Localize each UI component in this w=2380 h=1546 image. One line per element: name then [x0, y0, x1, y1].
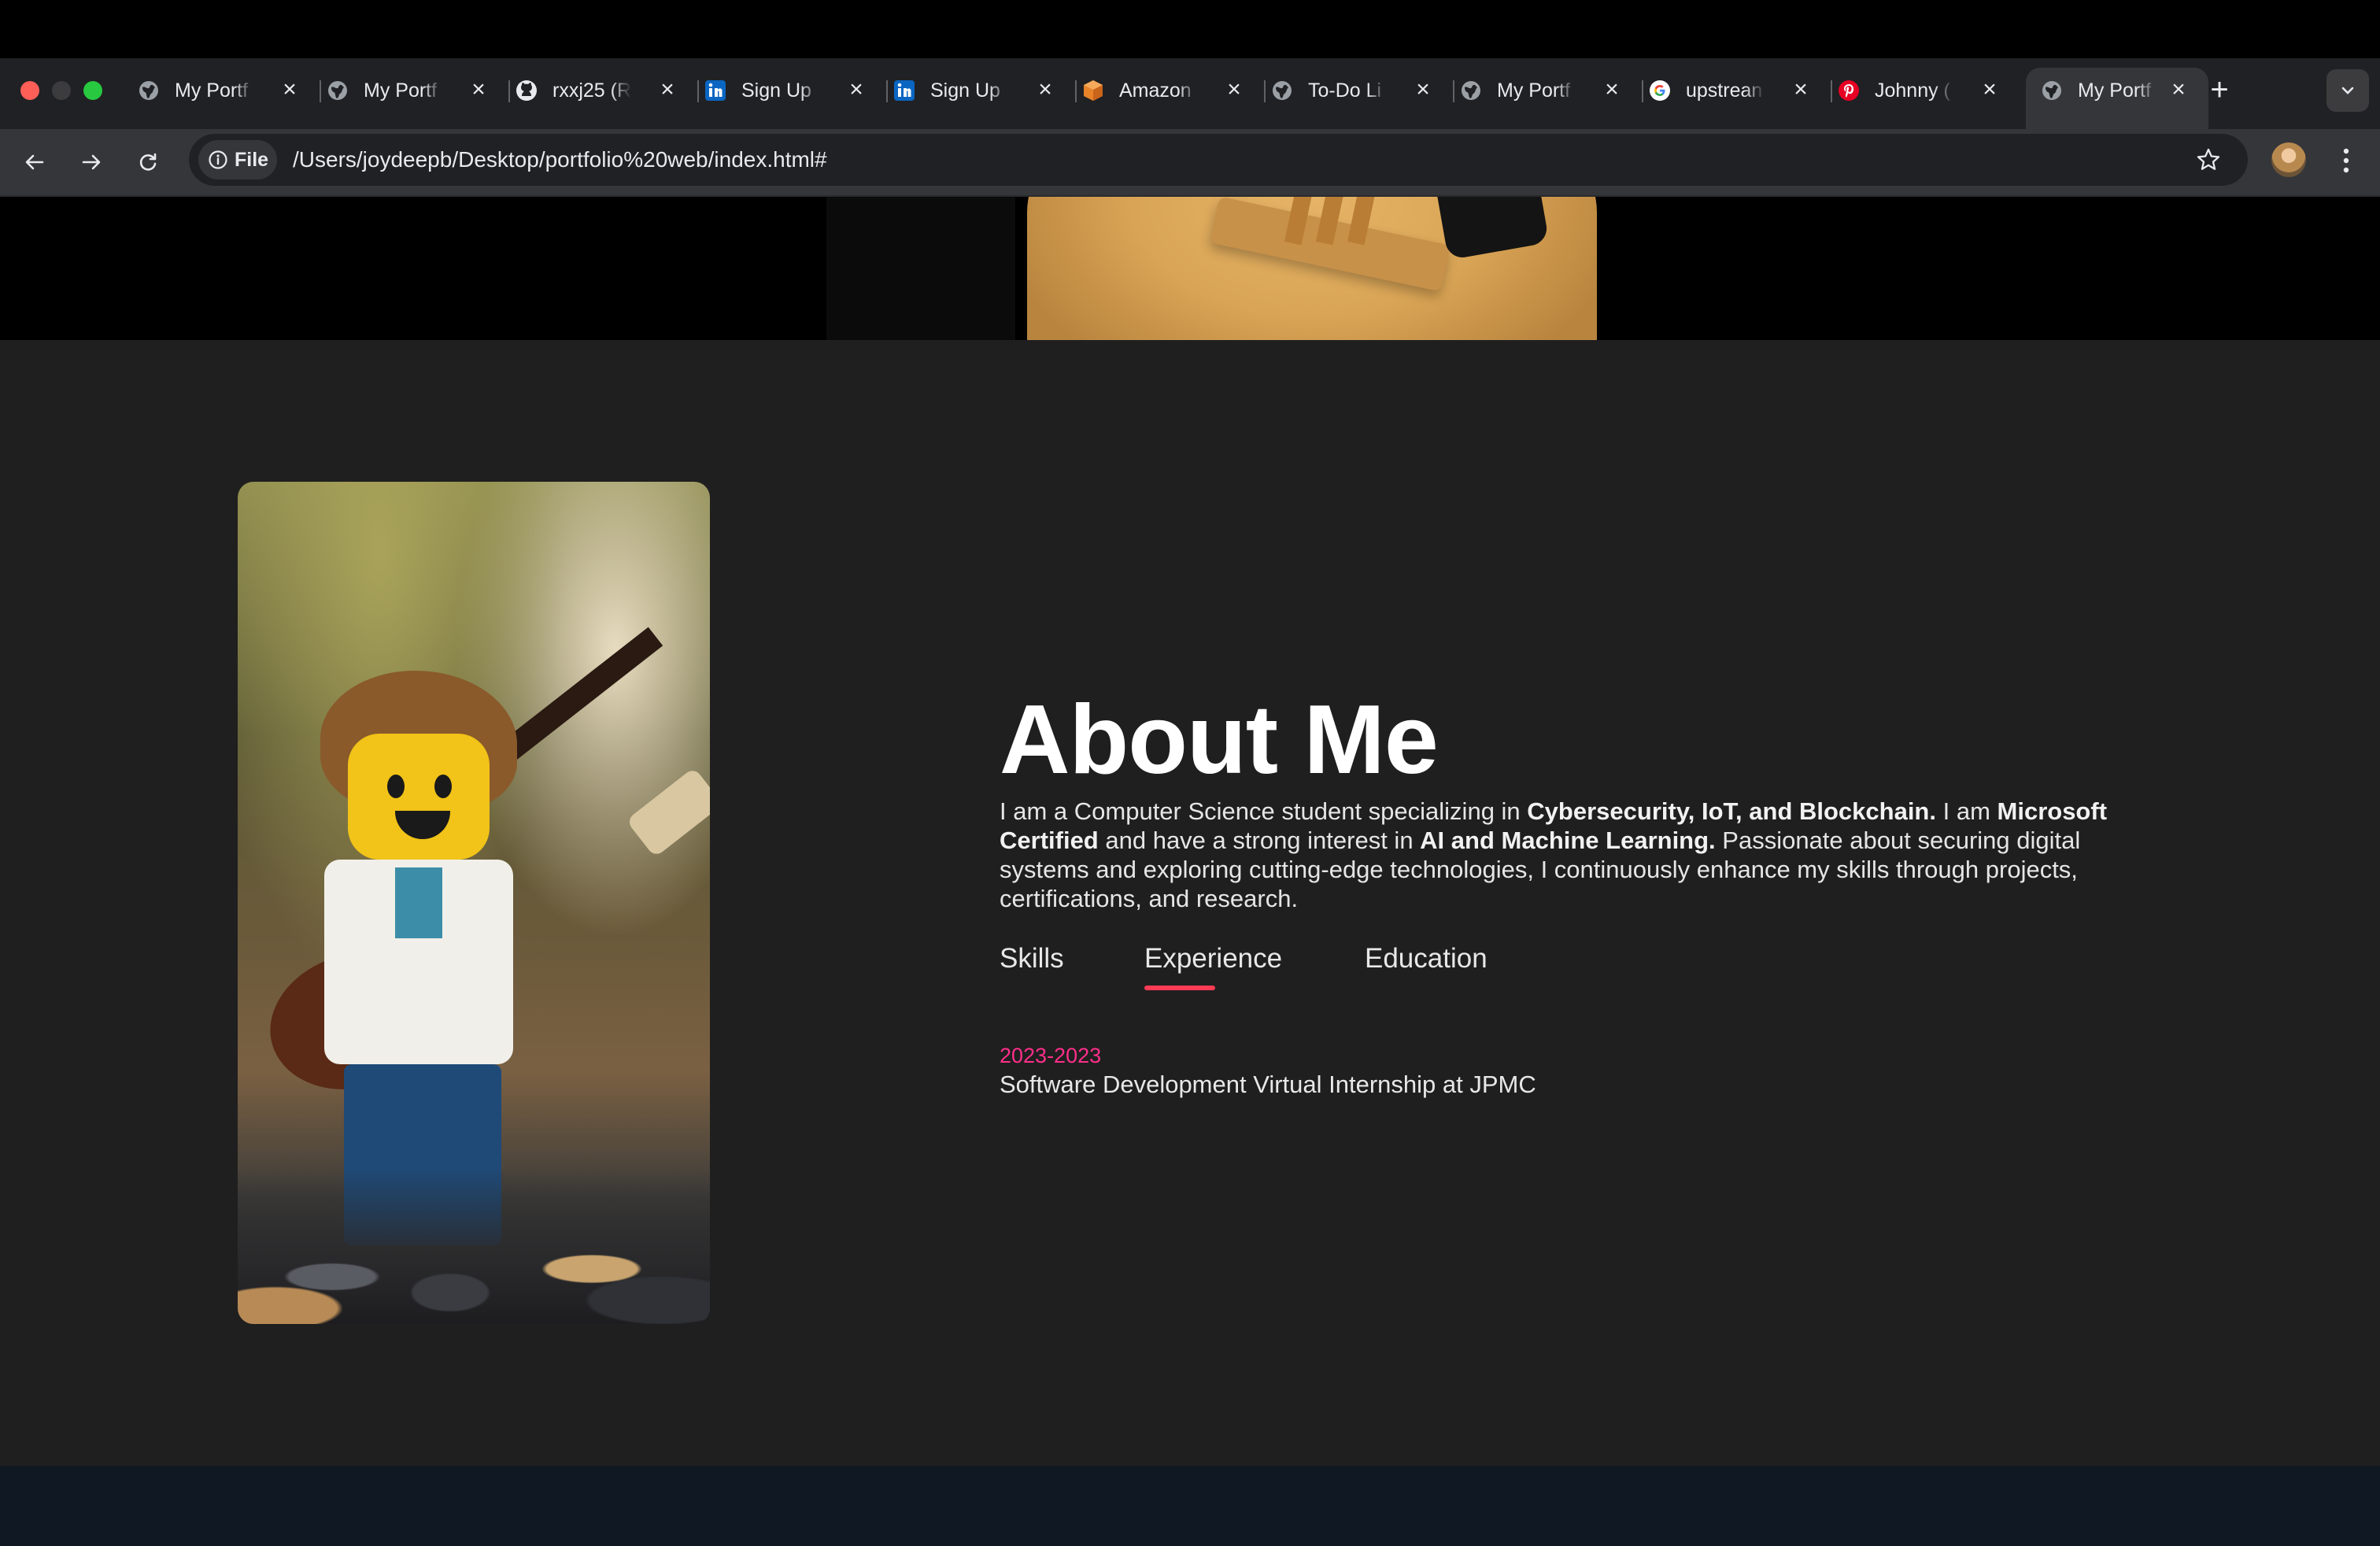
tab-separator — [1453, 80, 1454, 102]
google-icon — [1648, 79, 1672, 102]
tab-title: upstrean — [1686, 79, 1763, 102]
hero-image-strip — [0, 197, 2380, 340]
tab-title: rxxj25 (R — [552, 79, 631, 102]
tab-title: My Portf — [1497, 79, 1571, 102]
arrow-right-icon — [82, 154, 101, 170]
browser-tab[interactable]: rxxj25 (R × — [515, 68, 699, 113]
arrow-left-icon — [25, 154, 44, 170]
aws-cube-icon — [1081, 79, 1105, 102]
browser-tab[interactable]: My Portf × — [137, 68, 321, 113]
address-url[interactable]: /Users/joydeepb/Desktop/portfolio%20web/… — [293, 147, 827, 172]
browser-tab[interactable]: Sign Up × — [704, 68, 888, 113]
browser-tab[interactable]: Sign Up × — [893, 68, 1077, 113]
site-info-chip[interactable]: File — [198, 140, 277, 179]
browser-tab[interactable]: To-Do Li × — [1270, 68, 1454, 113]
about-title: About Me — [1000, 686, 1439, 794]
tab-skills[interactable]: Skills — [1000, 943, 1064, 975]
back-button[interactable] — [14, 142, 55, 183]
photo-figure-eye — [387, 775, 405, 798]
globe-icon — [1459, 79, 1483, 102]
tab-experience[interactable]: Experience — [1144, 943, 1282, 975]
more-vert-icon — [2343, 148, 2349, 173]
tab-education[interactable]: Education — [1365, 943, 1488, 975]
pinterest-icon — [1837, 79, 1861, 102]
photo-guitar-headstock — [626, 767, 710, 858]
star-icon — [2197, 148, 2220, 170]
tab-title: To-Do Li — [1308, 79, 1382, 102]
tab-title: My Portf — [364, 79, 438, 102]
window-minimize-button[interactable] — [52, 81, 71, 100]
chevron-down-icon — [2341, 87, 2354, 94]
about-photo — [238, 482, 710, 1324]
browser-tab[interactable]: Amazon × — [1081, 68, 1266, 113]
about-paragraph: I am a Computer Science student speciali… — [1000, 797, 2117, 913]
linkedin-icon — [893, 79, 916, 102]
tab-title: Sign Up — [930, 79, 1000, 102]
close-icon[interactable]: × — [466, 77, 491, 102]
browser-tab[interactable]: upstrean × — [1648, 68, 1832, 113]
tab-title: Johnny ( — [1875, 79, 1950, 102]
globe-icon — [1270, 79, 1294, 102]
linkedin-icon — [704, 79, 727, 102]
browser-tab[interactable]: My Portf × — [1459, 68, 1643, 113]
close-icon[interactable]: × — [1977, 77, 2002, 102]
forward-button[interactable] — [71, 142, 112, 183]
experience-year: 2023-2023 — [1000, 1044, 1102, 1067]
github-icon — [515, 79, 538, 102]
about-highlight: AI and Machine Learning. — [1420, 827, 1716, 854]
close-icon[interactable]: × — [277, 77, 302, 102]
browser-tab[interactable]: My Portf × — [2026, 68, 2208, 129]
info-icon — [209, 150, 227, 169]
experience-role: Software Development Virtual Internship … — [1000, 1071, 1536, 1098]
browser-tab[interactable]: My Portf × — [326, 68, 510, 113]
about-highlight: Cybersecurity, IoT, and Blockchain. — [1527, 797, 1936, 825]
globe-icon — [326, 79, 349, 102]
close-icon[interactable]: × — [1221, 77, 1247, 102]
tab-separator — [1264, 80, 1266, 102]
profile-avatar[interactable] — [2271, 142, 2306, 177]
tab-separator — [697, 80, 699, 102]
close-icon[interactable]: × — [844, 77, 869, 102]
hero-shadow — [826, 197, 1015, 340]
photo-ground-rocks — [238, 1167, 710, 1324]
tab-separator — [320, 80, 321, 102]
photo-figure-eye — [434, 775, 452, 798]
photo-figure-head — [348, 734, 490, 860]
browser-menu-button[interactable] — [2334, 143, 2358, 178]
tab-search-button[interactable] — [2326, 69, 2369, 112]
photo-figure-shirt — [395, 867, 442, 938]
active-tab-underline — [1144, 986, 1215, 990]
close-icon[interactable]: × — [655, 77, 680, 102]
close-icon[interactable]: × — [2166, 77, 2191, 102]
tab-title: My Portf — [175, 79, 249, 102]
close-icon[interactable]: × — [1599, 77, 1624, 102]
about-text-run: I am a Computer Science student speciali… — [1000, 797, 1528, 825]
tab-title: My Portf — [2078, 79, 2152, 102]
next-section-band — [0, 1466, 2380, 1546]
window-close-button[interactable] — [20, 81, 39, 100]
window-zoom-button[interactable] — [83, 81, 102, 100]
bookmark-button[interactable] — [2193, 140, 2224, 179]
tab-separator — [1831, 80, 1832, 102]
site-info-label: File — [235, 148, 269, 171]
close-icon[interactable]: × — [1410, 77, 1436, 102]
tab-title: Amazon — [1119, 79, 1192, 102]
new-tab-button[interactable]: + — [2204, 74, 2235, 105]
tab-separator — [886, 80, 888, 102]
tab-separator — [1075, 80, 1077, 102]
about-text-run: I am — [1936, 797, 1998, 825]
screen-top-bar — [0, 0, 2380, 58]
reload-button[interactable] — [128, 142, 168, 183]
globe-icon — [2040, 79, 2064, 102]
tab-separator — [508, 80, 510, 102]
close-icon[interactable]: × — [1788, 77, 1813, 102]
globe-icon — [137, 79, 161, 102]
tab-separator — [1642, 80, 1643, 102]
reload-icon — [139, 153, 157, 171]
close-icon[interactable]: × — [1033, 77, 1058, 102]
about-text-run: and have a strong interest in — [1098, 827, 1421, 854]
tab-title: Sign Up — [741, 79, 811, 102]
browser-tab[interactable]: Johnny ( × — [1837, 68, 2020, 113]
